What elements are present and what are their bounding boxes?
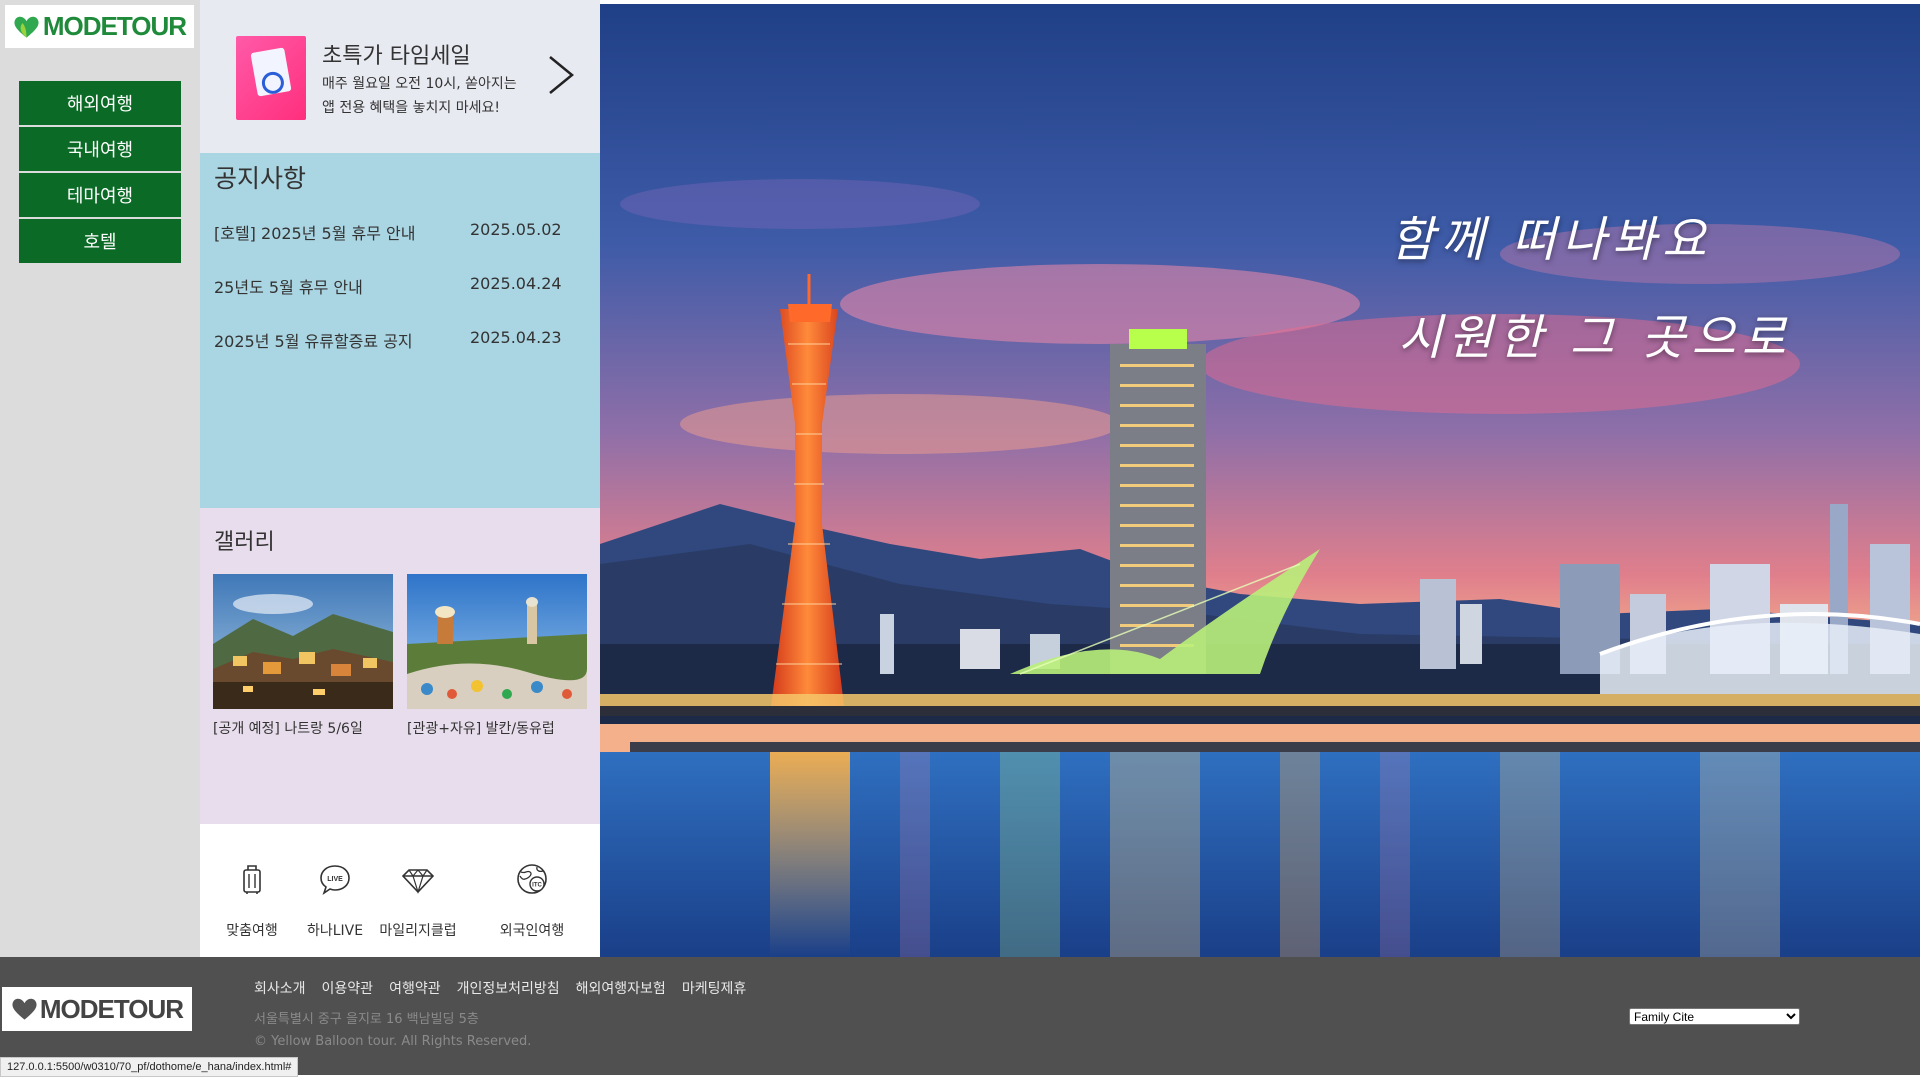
live-chat-icon: LIVE (320, 865, 350, 895)
hero-city-night-image (600, 4, 1920, 957)
nav-item-theme[interactable]: 테마여행 (19, 173, 181, 217)
nav-item-domestic[interactable]: 국내여행 (19, 127, 181, 171)
logo[interactable]: MODETOUR (5, 5, 194, 48)
footer-logo[interactable]: MODETOUR (2, 987, 192, 1031)
quick-item-label: 외국인여행 (499, 923, 565, 939)
gallery-item[interactable]: [관광+자유] 발칸/동유럽 (407, 574, 587, 738)
family-site-select[interactable]: Family Cite (1629, 1008, 1800, 1025)
quick-item-foreigner-trip[interactable]: ITC 외국인여행 (487, 862, 577, 940)
gallery-title: 갤러리 (214, 530, 275, 555)
notice-section: 공지사항 [호텔] 2025년 5월 휴무 안내 2025.05.02 25년도… (200, 153, 600, 508)
diamond-icon (401, 869, 435, 895)
main-nav: 해외여행 국내여행 테마여행 호텔 (19, 81, 181, 265)
quick-item-label: 마일리지클럽 (379, 923, 457, 939)
luggage-icon (243, 865, 261, 894)
footer-address: 서울특별시 중구 을지로 16 백남빌딩 5층 (254, 1012, 479, 1027)
heart-logo-icon (14, 16, 39, 38)
gallery-caption[interactable]: [공개 예정] 나트랑 5/6일 (213, 718, 393, 738)
nav-item-overseas[interactable]: 해외여행 (19, 81, 181, 125)
hero-headline-2: 시원한 그 곳으로 (1398, 310, 1792, 366)
notice-item[interactable]: 2025년 5월 유류할증료 공지 2025.04.23 (214, 328, 562, 352)
notice-item[interactable]: [호텔] 2025년 5월 휴무 안내 2025.05.02 (214, 220, 562, 244)
quick-item-custom-trip[interactable]: 맞춤여행 (207, 862, 297, 940)
gallery-item[interactable]: [공개 예정] 나트랑 5/6일 (213, 574, 393, 738)
footer-link-marketing[interactable]: 마케팅제휴 (682, 978, 746, 998)
gallery-image-hillside-town[interactable] (213, 574, 393, 709)
footer-link-privacy[interactable]: 개인정보처리방침 (457, 978, 560, 998)
hero-headline-1: 함께 떠나봐요 (1390, 212, 1713, 268)
nav-item-hotel[interactable]: 호텔 (19, 219, 181, 263)
footer-link-terms[interactable]: 이용약관 (322, 978, 374, 998)
notice-item-text[interactable]: [호텔] 2025년 5월 휴무 안내 (214, 224, 416, 243)
promo-description: 매주 월요일 오전 10시, 쏟아지는 앱 전용 혜택을 놓치지 마세요! (322, 72, 552, 120)
logo-wordmark: MODETOUR (42, 11, 187, 41)
heart-logo-icon (12, 998, 37, 1020)
notice-item[interactable]: 25년도 5월 휴무 안내 2025.04.24 (214, 274, 562, 298)
left-sidebar: MODETOUR 해외여행 국내여행 테마여행 호텔 (0, 0, 200, 957)
quick-item-label: 맞춤여행 (226, 923, 278, 939)
gallery-image-mosaic-park[interactable] (407, 574, 587, 709)
quick-menu: 맞춤여행 LIVE 하나LIVE 마일리지클럽 ITC 외국인여행 (200, 824, 600, 957)
promo-banner[interactable]: 초특가 타임세일 매주 월요일 오전 10시, 쏟아지는 앱 전용 혜택을 놓치… (200, 0, 600, 153)
gallery-section: 갤러리 [공개 예정] 나트랑 5/6일 [관광+자유] 발칸/동유럽 (200, 508, 600, 824)
footer-links: 회사소개 이용약관 여행약관 개인정보처리방침 해외여행자보험 마케팅제휴 (254, 978, 746, 998)
promo-title: 초특가 타임세일 (322, 44, 471, 69)
footer-logo-wordmark: MODETOUR (39, 993, 184, 1024)
content-column: 초특가 타임세일 매주 월요일 오전 10시, 쏟아지는 앱 전용 혜택을 놓치… (200, 0, 600, 957)
svg-text:ITC: ITC (532, 883, 542, 889)
footer-link-company[interactable]: 회사소개 (254, 978, 306, 998)
notice-item-date: 2025.05.02 (470, 220, 562, 239)
promo-desc-line-1: 매주 월요일 오전 10시, 쏟아지는 (322, 76, 517, 92)
promo-thumbnail (236, 36, 306, 120)
footer-link-insurance[interactable]: 해외여행자보험 (576, 978, 666, 998)
quick-item-mileage[interactable]: 마일리지클럽 (373, 862, 463, 940)
promo-desc-line-2: 앱 전용 혜택을 놓치지 마세요! (322, 100, 500, 116)
gallery-caption[interactable]: [관광+자유] 발칸/동유럽 (407, 718, 587, 738)
browser-status-url: 127.0.0.1:5500/w0310/70_pf/dothome/e_han… (0, 1057, 299, 1077)
quick-item-live[interactable]: LIVE 하나LIVE (290, 862, 380, 940)
quick-item-label: 하나LIVE (306, 923, 364, 939)
notice-item-date: 2025.04.24 (470, 274, 562, 293)
footer-link-travel-terms[interactable]: 여행약관 (389, 978, 441, 998)
svg-text:LIVE: LIVE (327, 876, 343, 883)
hero-banner: 함께 떠나봐요 시원한 그 곳으로 (600, 4, 1920, 957)
footer-copyright: © Yellow Balloon tour. All Rights Reserv… (254, 1034, 532, 1049)
notice-title: 공지사항 (214, 164, 307, 193)
notice-item-text[interactable]: 25년도 5월 휴무 안내 (214, 278, 363, 297)
notice-item-text[interactable]: 2025년 5월 유류할증료 공지 (214, 332, 413, 351)
notice-item-date: 2025.04.23 (470, 328, 562, 347)
chevron-right-icon[interactable] (544, 54, 578, 96)
globe-itc-icon: ITC (517, 864, 547, 894)
